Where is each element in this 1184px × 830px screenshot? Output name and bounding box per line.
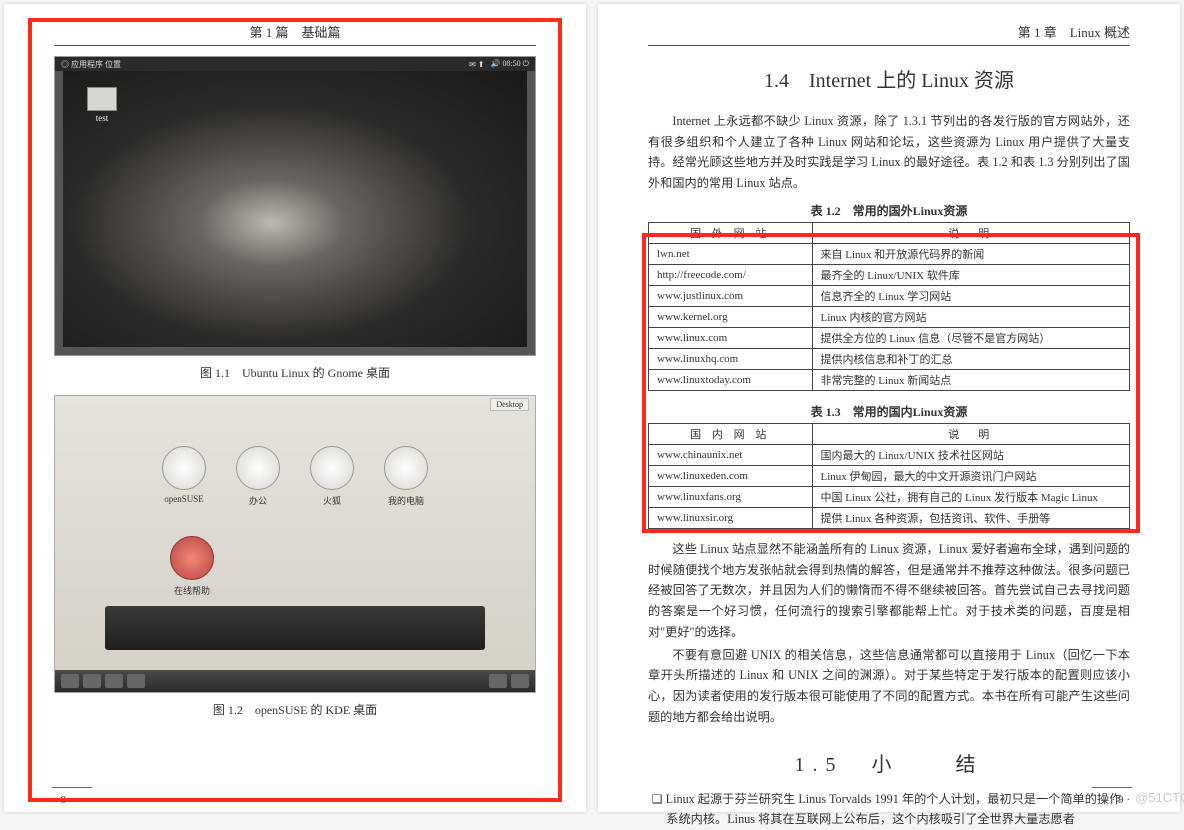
table-row: www.kernel.orgLinux 内核的官方网站	[649, 306, 1130, 327]
cell-desc: 最齐全的 Linux/UNIX 软件库	[812, 264, 1129, 285]
table-1-2-caption: 表 1.2 常用的国外Linux资源	[648, 202, 1130, 219]
table-row: www.linuxsir.org提供 Linux 各种资源，包括资讯、软件、手册…	[649, 507, 1130, 528]
cell-site: www.linuxtoday.com	[649, 369, 813, 390]
section-1-5-title: 1.5 小 结	[648, 748, 1130, 777]
taskbar-item	[511, 674, 529, 688]
th-desc: 说 明	[812, 222, 1129, 243]
caption-1-2: 图 1.2 openSUSE 的 KDE 桌面	[54, 701, 536, 718]
page-num-rule	[1092, 787, 1132, 788]
kde-icon-office: 办公	[236, 446, 280, 507]
icon-label: openSUSE	[162, 494, 206, 504]
computer-icon	[384, 446, 428, 490]
cell-site: www.linuxeden.com	[649, 465, 813, 486]
cell-site: www.linuxfans.org	[649, 486, 813, 507]
cell-desc: Linux 伊甸园，最大的中文开源资讯门户网站	[812, 465, 1129, 486]
kde-icon-firefox: 火狐	[310, 446, 354, 507]
cell-desc: 提供全方位的 Linux 信息（尽管不是官方网站）	[812, 327, 1129, 348]
right-page: 第 1 章 Linux 概述 1.4 Internet 上的 Linux 资源 …	[598, 4, 1180, 812]
left-header: 第 1 篇 基础篇	[54, 22, 536, 46]
table-1-3: 国 内 网 站 说 明 www.chinaunix.net国内最大的 Linux…	[648, 423, 1130, 529]
th-desc: 说 明	[812, 423, 1129, 444]
para-1: Internet 上永远都不缺少 Linux 资源，除了 1.3.1 节列出的各…	[648, 111, 1130, 194]
taskbar-item	[61, 674, 79, 688]
summary-bullet: ❏ Linux 起源于芬兰研究生 Linus Torvalds 1991 年的个…	[648, 789, 1130, 830]
opensuse-icon	[162, 446, 206, 490]
left-page: 第 1 篇 基础篇 ◎ 应用程序 位置 ✉ ⬆ 🔊 08:50 ⏻ test 图…	[4, 4, 586, 812]
taskbar-item	[489, 674, 507, 688]
taskbar-item	[83, 674, 101, 688]
cell-site: www.justlinux.com	[649, 285, 813, 306]
cell-desc: 非常完整的 Linux 新闻站点	[812, 369, 1129, 390]
desktop-folder: test	[87, 87, 117, 123]
topbar-time: 🔊 08:50 ⏻	[490, 59, 529, 69]
caption-1-1: 图 1.1 Ubuntu Linux 的 Gnome 桌面	[54, 364, 536, 381]
fig-1-2-screenshot: Desktop openSUSE 办公 火狐 我的电脑 在线帮助	[54, 395, 536, 693]
cell-desc: 中国 Linux 公社，拥有自己的 Linux 发行版本 Magic Linux	[812, 486, 1129, 507]
table-row: www.linuxhq.com提供内核信息和补丁的汇总	[649, 348, 1130, 369]
page-num-rule	[52, 787, 92, 788]
table-header-row: 国 内 网 站 说 明	[649, 423, 1130, 444]
cell-site: www.chinaunix.net	[649, 444, 813, 465]
kde-icon-computer: 我的电脑	[384, 446, 428, 507]
kde-icon-help: 在线帮助	[170, 536, 214, 597]
kde-icon-opensuse: openSUSE	[162, 446, 206, 507]
page-number-right: · 9 ·	[1112, 794, 1130, 806]
page-number-left: · 8 ·	[54, 794, 72, 806]
cell-desc: Linux 内核的官方网站	[812, 306, 1129, 327]
cell-site: www.linuxhq.com	[649, 348, 813, 369]
watermark: @51CTO博客	[1135, 787, 1184, 806]
cell-desc: 提供内核信息和补丁的汇总	[812, 348, 1129, 369]
cell-desc: 国内最大的 Linux/UNIX 技术社区网站	[812, 444, 1129, 465]
table-row: http://freecode.com/最齐全的 Linux/UNIX 软件库	[649, 264, 1130, 285]
cell-desc: 提供 Linux 各种资源，包括资讯、软件、手册等	[812, 507, 1129, 528]
icon-label: 我的电脑	[384, 494, 428, 507]
icon-label: 办公	[236, 494, 280, 507]
cell-site: http://freecode.com/	[649, 264, 813, 285]
table-1-3-caption: 表 1.3 常用的国内Linux资源	[648, 403, 1130, 420]
cell-site: lwn.net	[649, 243, 813, 264]
fig-1-1-screenshot: ◎ 应用程序 位置 ✉ ⬆ 🔊 08:50 ⏻ test	[54, 56, 536, 356]
kde-taskbar	[55, 670, 535, 692]
th-site: 国 内 网 站	[649, 423, 813, 444]
table-row: www.linuxfans.org中国 Linux 公社，拥有自己的 Linux…	[649, 486, 1130, 507]
kde-icon-row: openSUSE 办公 火狐 我的电脑	[55, 446, 535, 507]
firefox-icon	[310, 446, 354, 490]
para-2: 这些 Linux 站点显然不能涵盖所有的 Linux 资源，Linux 爱好者遍…	[648, 539, 1130, 643]
cell-desc: 来自 Linux 和开放源代码界的新闻	[812, 243, 1129, 264]
cell-site: www.linuxsir.org	[649, 507, 813, 528]
taskbar-item	[105, 674, 123, 688]
kde-desktop-label: Desktop	[490, 398, 529, 411]
folder-icon	[87, 87, 117, 111]
office-icon	[236, 446, 280, 490]
table-row: www.linux.com提供全方位的 Linux 信息（尽管不是官方网站）	[649, 327, 1130, 348]
cell-site: www.kernel.org	[649, 306, 813, 327]
cell-site: www.linux.com	[649, 327, 813, 348]
topbar-apps-label: ◎ 应用程序 位置	[61, 59, 121, 70]
cell-desc: 信息齐全的 Linux 学习网站	[812, 285, 1129, 306]
table-row: www.linuxtoday.com非常完整的 Linux 新闻站点	[649, 369, 1130, 390]
ubuntu-wallpaper	[63, 71, 527, 347]
th-site: 国 外 网 站	[649, 222, 813, 243]
kde-panel	[105, 606, 485, 650]
icon-label: 在线帮助	[170, 584, 214, 597]
topbar-mail-icon: ✉ ⬆	[469, 60, 484, 69]
para-3: 不要有意回避 UNIX 的相关信息，这些信息通常都可以直接用于 Linux（回忆…	[648, 645, 1130, 728]
section-1-4-title: 1.4 Internet 上的 Linux 资源	[648, 64, 1130, 93]
ubuntu-topbar: ◎ 应用程序 位置 ✉ ⬆ 🔊 08:50 ⏻	[55, 57, 535, 71]
right-header: 第 1 章 Linux 概述	[648, 22, 1130, 46]
table-row: lwn.net来自 Linux 和开放源代码界的新闻	[649, 243, 1130, 264]
table-1-2: 国 外 网 站 说 明 lwn.net来自 Linux 和开放源代码界的新闻ht…	[648, 222, 1130, 391]
table-row: www.chinaunix.net国内最大的 Linux/UNIX 技术社区网站	[649, 444, 1130, 465]
table-row: www.justlinux.com信息齐全的 Linux 学习网站	[649, 285, 1130, 306]
table-row: www.linuxeden.comLinux 伊甸园，最大的中文开源资讯门户网站	[649, 465, 1130, 486]
icon-label: 火狐	[310, 494, 354, 507]
help-icon	[170, 536, 214, 580]
folder-label: test	[87, 113, 117, 123]
taskbar-item	[127, 674, 145, 688]
table-header-row: 国 外 网 站 说 明	[649, 222, 1130, 243]
